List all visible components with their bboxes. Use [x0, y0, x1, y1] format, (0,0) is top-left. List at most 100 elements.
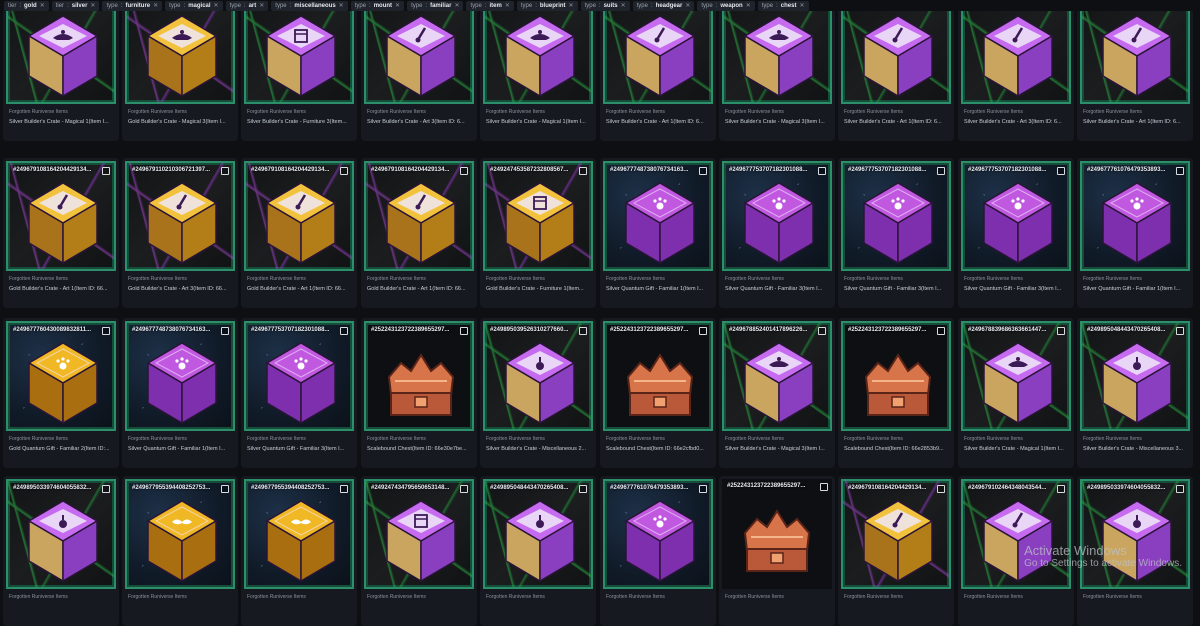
filter-chip[interactable]: type: suits ✕ — [580, 0, 630, 11]
item-name[interactable]: Silver Builder's Crate - Magical 1(Item … — [486, 119, 590, 125]
item-card[interactable]: #249895039526310277660... Forgotten Runiv… — [480, 318, 596, 468]
item-artwork[interactable]: #249677955394408252753... — [244, 479, 354, 589]
item-card[interactable]: #249677753707182301088... Forgotten Runiv… — [838, 158, 954, 308]
item-name[interactable]: Gold Builder's Crate - Magical 3(Item I.… — [128, 119, 232, 125]
select-checkbox[interactable] — [102, 167, 110, 175]
item-name[interactable]: Silver Builder's Crate - Magical 3(Item … — [725, 119, 829, 125]
item-card[interactable]: #249677955394408252753... Forgotten Runiv… — [241, 476, 357, 626]
item-card[interactable]: #249679108164204429134... Forgotten Runiv… — [3, 158, 119, 308]
select-checkbox[interactable] — [820, 483, 828, 491]
item-name[interactable]: Gold Builder's Crate - Art 1(Item ID: 66… — [367, 286, 471, 292]
remove-filter-icon[interactable]: ✕ — [505, 2, 510, 9]
item-artwork[interactable]: #249677753707182301088... — [841, 161, 951, 271]
select-checkbox[interactable] — [699, 327, 707, 335]
item-name[interactable]: Silver Builder's Crate - Furniture 3(Ite… — [247, 119, 351, 125]
item-name[interactable]: Silver Builder's Crate - Miscellaneous 2… — [486, 446, 590, 452]
item-artwork[interactable]: #249677761076479353893... — [603, 479, 713, 589]
item-artwork[interactable] — [1080, 0, 1190, 104]
item-name[interactable]: Silver Quantum Gift - Familiar 3(Item I.… — [247, 446, 351, 452]
item-card[interactable]: Forgotten Runiverse Items Gold Builder's … — [122, 0, 238, 141]
item-artwork[interactable] — [961, 0, 1071, 104]
filter-chip[interactable]: type: miscellaneous ✕ — [271, 0, 348, 11]
item-artwork[interactable]: #252243123722389655297... — [841, 321, 951, 431]
select-checkbox[interactable] — [1176, 327, 1184, 335]
item-artwork[interactable]: #249679110210306721397... — [125, 161, 235, 271]
select-checkbox[interactable] — [221, 327, 229, 335]
select-checkbox[interactable] — [579, 167, 587, 175]
item-artwork[interactable]: #249895048443470265408... — [483, 479, 593, 589]
item-card[interactable]: #249895048443470265408... Forgotten Runiv… — [480, 476, 596, 626]
filter-chip[interactable]: type: magical ✕ — [165, 0, 223, 11]
remove-filter-icon[interactable]: ✕ — [153, 2, 158, 9]
item-artwork[interactable]: #249677955394408252753... — [125, 479, 235, 589]
remove-filter-icon[interactable]: ✕ — [259, 2, 264, 9]
select-checkbox[interactable] — [699, 167, 707, 175]
item-artwork[interactable] — [6, 0, 116, 104]
item-artwork[interactable] — [364, 0, 474, 104]
filter-chip[interactable]: type: item ✕ — [466, 0, 514, 11]
item-name[interactable]: Silver Builder's Crate - Art 3(Item ID: … — [964, 119, 1068, 125]
item-card[interactable]: #252243123722389655297... Forgotten Runiv… — [361, 318, 477, 468]
item-card[interactable]: Forgotten Runiverse Items Silver Builder'… — [838, 0, 954, 141]
item-card[interactable]: #249895048443470265408... Forgotten Runiv… — [1077, 318, 1193, 468]
filter-chip[interactable]: type: mount ✕ — [350, 0, 405, 11]
item-card[interactable]: Forgotten Runiverse Items Silver Builder'… — [361, 0, 477, 141]
item-artwork[interactable]: #252243123722389655297... — [364, 321, 474, 431]
item-artwork[interactable]: #249678852401417896226... — [722, 321, 832, 431]
item-artwork[interactable]: #249677753707182301088... — [722, 161, 832, 271]
item-card[interactable]: #249679108164204429134... Forgotten Runiv… — [361, 158, 477, 308]
select-checkbox[interactable] — [340, 485, 348, 493]
item-card[interactable]: #249247434795650653148... Forgotten Runiv… — [361, 476, 477, 626]
item-card[interactable]: Forgotten Runiverse Items Silver Builder'… — [480, 0, 596, 141]
select-checkbox[interactable] — [579, 327, 587, 335]
remove-filter-icon[interactable]: ✕ — [569, 2, 574, 9]
item-name[interactable]: Silver Builder's Crate - Magical 1(Item … — [9, 119, 113, 125]
item-artwork[interactable]: #252243123722389655297... — [722, 479, 832, 589]
item-name[interactable]: Scalebound Chest(Item ID: 66e30e7be... — [367, 446, 471, 452]
item-artwork[interactable] — [244, 0, 354, 104]
select-checkbox[interactable] — [340, 167, 348, 175]
item-card[interactable]: #249679108164204429134... Forgotten Runiv… — [241, 158, 357, 308]
item-card[interactable]: Forgotten Runiverse Items Silver Builder'… — [719, 0, 835, 141]
item-card[interactable]: Forgotten Runiverse Items Silver Builder'… — [958, 0, 1074, 141]
filter-chip[interactable]: type: art ✕ — [225, 0, 269, 11]
filter-chip[interactable]: type: familiar ✕ — [407, 0, 464, 11]
filter-chip[interactable]: tier: silver ✕ — [51, 0, 100, 11]
item-card[interactable]: #252243123722389655297... Forgotten Runiv… — [600, 318, 716, 468]
item-name[interactable]: Silver Builder's Crate - Art 1(Item ID: … — [1083, 119, 1187, 125]
filter-chip[interactable]: tier: gold ✕ — [4, 0, 49, 11]
item-artwork[interactable] — [722, 0, 832, 104]
remove-filter-icon[interactable]: ✕ — [746, 2, 751, 9]
select-checkbox[interactable] — [1057, 167, 1065, 175]
item-artwork[interactable]: #249677760430089832811... — [6, 321, 116, 431]
item-card[interactable]: #249678839686363661447... Forgotten Runiv… — [958, 318, 1074, 468]
remove-filter-icon[interactable]: ✕ — [621, 2, 626, 9]
item-artwork[interactable]: #249679108164204429134... — [841, 479, 951, 589]
item-card[interactable]: #249677753707182301088... Forgotten Runiv… — [958, 158, 1074, 308]
filter-chip[interactable]: type: headgear ✕ — [632, 0, 695, 11]
item-card[interactable]: Forgotten Runiverse Items Silver Builder'… — [3, 0, 119, 141]
item-card[interactable]: #249677753707182301088... Forgotten Runiv… — [719, 158, 835, 308]
item-card[interactable]: #249677753707182301088... Forgotten Runiv… — [241, 318, 357, 468]
item-artwork[interactable] — [125, 0, 235, 104]
item-card[interactable]: #249677955394408252753... Forgotten Runiv… — [122, 476, 238, 626]
item-artwork[interactable]: #249679102464348043544... — [961, 479, 1071, 589]
item-artwork[interactable] — [841, 0, 951, 104]
select-checkbox[interactable] — [818, 327, 826, 335]
remove-filter-icon[interactable]: ✕ — [685, 2, 690, 9]
select-checkbox[interactable] — [460, 327, 468, 335]
select-checkbox[interactable] — [937, 327, 945, 335]
remove-filter-icon[interactable]: ✕ — [339, 2, 344, 9]
item-artwork[interactable]: #249895033974604055832... — [1080, 479, 1190, 589]
item-name[interactable]: Silver Builder's Crate - Art 3(Item ID: … — [367, 119, 471, 125]
select-checkbox[interactable] — [1176, 485, 1184, 493]
item-name[interactable]: Silver Builder's Crate - Art 1(Item ID: … — [606, 119, 710, 125]
remove-filter-icon[interactable]: ✕ — [454, 2, 459, 9]
item-artwork[interactable]: #249677753707182301088... — [244, 321, 354, 431]
select-checkbox[interactable] — [937, 167, 945, 175]
item-artwork[interactable] — [603, 0, 713, 104]
item-name[interactable]: Silver Quantum Gift - Familiar 3(Item I.… — [964, 286, 1068, 292]
item-name[interactable]: Silver Quantum Gift - Familiar 1(Item I.… — [128, 446, 232, 452]
item-card[interactable]: #249677761076479353893... Forgotten Runiv… — [600, 476, 716, 626]
item-artwork[interactable]: #249677748738076734163... — [125, 321, 235, 431]
